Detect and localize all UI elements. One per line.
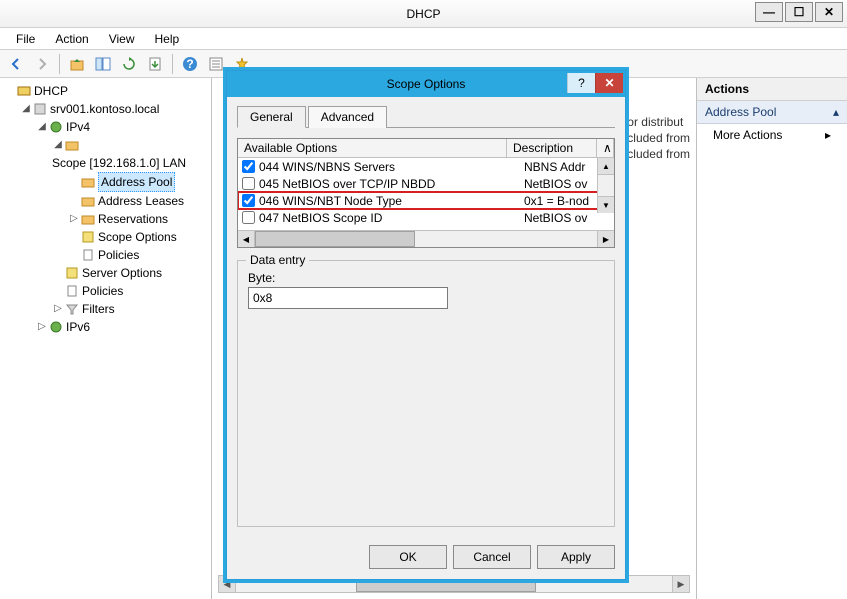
option-checkbox[interactable] bbox=[242, 194, 255, 207]
dialog-tabs: General Advanced bbox=[237, 105, 615, 128]
list-hscrollbar[interactable]: ◀ ▶ bbox=[238, 230, 614, 247]
tree-scope[interactable]: ◢ Scope [192.168.1.0] LAN Address Pool A… bbox=[52, 136, 209, 264]
tree-root[interactable]: DHCP ◢ srv001.kontoso.local ◢ IPv4 bbox=[4, 82, 209, 336]
close-button[interactable]: ✕ bbox=[815, 2, 843, 22]
option-label: 044 WINS/NBNS Servers bbox=[259, 160, 524, 174]
byte-label: Byte: bbox=[248, 271, 604, 285]
menu-help[interactable]: Help bbox=[147, 30, 188, 48]
tab-advanced[interactable]: Advanced bbox=[308, 106, 387, 128]
actions-header: Actions bbox=[697, 78, 847, 101]
tree-server-options[interactable]: Server Options bbox=[52, 264, 209, 282]
option-row[interactable]: 044 WINS/NBNS ServersNBNS Addr bbox=[238, 158, 614, 175]
policies-icon bbox=[80, 247, 96, 263]
option-row[interactable]: 047 NetBIOS Scope IDNetBIOS ov bbox=[238, 209, 614, 226]
export-button[interactable] bbox=[143, 53, 167, 75]
minimize-button[interactable]: — bbox=[755, 2, 783, 22]
content-fragment: or distribut cluded from cluded from bbox=[627, 114, 690, 162]
menu-view[interactable]: View bbox=[101, 30, 143, 48]
chevron-right-icon: ▸ bbox=[825, 128, 831, 142]
byte-input[interactable] bbox=[248, 287, 448, 309]
help-button[interactable]: ? bbox=[178, 53, 202, 75]
data-entry-group: Data entry Byte: bbox=[237, 260, 615, 527]
folder-icon bbox=[80, 174, 96, 190]
option-label: 045 NetBIOS over TCP/IP NBDD bbox=[259, 177, 524, 191]
tree-ipv6[interactable]: ▷IPv6 bbox=[36, 318, 209, 336]
refresh-button[interactable] bbox=[117, 53, 141, 75]
tree-reservations[interactable]: ▷Reservations bbox=[68, 210, 209, 228]
tree-address-leases[interactable]: Address Leases bbox=[68, 192, 209, 210]
forward-button[interactable] bbox=[30, 53, 54, 75]
actions-more[interactable]: More Actions ▸ bbox=[697, 124, 847, 146]
dialog-title: Scope Options bbox=[387, 77, 466, 91]
svg-text:?: ? bbox=[186, 57, 193, 71]
scroll-up-icon[interactable]: ▲ bbox=[598, 158, 614, 175]
cancel-button[interactable]: Cancel bbox=[453, 545, 531, 569]
tab-general[interactable]: General bbox=[237, 106, 306, 128]
list-vscrollbar[interactable]: ▲ ▼ bbox=[597, 158, 614, 213]
scroll-left-icon[interactable]: ◀ bbox=[238, 231, 255, 247]
collapse-icon[interactable]: ▴ bbox=[833, 105, 839, 119]
window-titlebar: DHCP — ☐ ✕ bbox=[0, 0, 847, 28]
dhcp-icon bbox=[16, 83, 32, 99]
ipv4-icon bbox=[48, 119, 64, 135]
server-icon bbox=[32, 101, 48, 117]
options-icon bbox=[64, 265, 80, 281]
tree-pane: DHCP ◢ srv001.kontoso.local ◢ IPv4 bbox=[0, 78, 212, 599]
option-row[interactable]: 045 NetBIOS over TCP/IP NBDDNetBIOS ov bbox=[238, 175, 614, 192]
scroll-thumb[interactable] bbox=[255, 231, 415, 247]
tree-ipv4[interactable]: ◢ IPv4 ◢ Scope [192.168.1.0] LAN bbox=[36, 118, 209, 318]
option-checkbox[interactable] bbox=[242, 211, 255, 224]
option-label: 046 WINS/NBT Node Type bbox=[259, 194, 524, 208]
ipv6-icon bbox=[48, 319, 64, 335]
tree-scope-policies[interactable]: Policies bbox=[68, 246, 209, 264]
option-checkbox[interactable] bbox=[242, 160, 255, 173]
option-checkbox[interactable] bbox=[242, 177, 255, 190]
tree-address-pool[interactable]: Address Pool bbox=[68, 172, 209, 192]
column-description[interactable]: Description bbox=[507, 139, 597, 157]
scope-options-dialog: Scope Options ? ✕ General Advanced Avail… bbox=[226, 70, 626, 580]
menu-file[interactable]: File bbox=[8, 30, 43, 48]
window-title: DHCP bbox=[406, 7, 440, 21]
up-button[interactable] bbox=[65, 53, 89, 75]
available-options-list: Available Options Description ∧ 044 WINS… bbox=[237, 138, 615, 248]
dialog-titlebar[interactable]: Scope Options ? ✕ bbox=[227, 71, 625, 97]
scroll-right-icon[interactable]: ▶ bbox=[597, 231, 614, 247]
column-available-options[interactable]: Available Options bbox=[238, 139, 507, 157]
tree-scope-options[interactable]: Scope Options bbox=[68, 228, 209, 246]
group-legend: Data entry bbox=[246, 253, 309, 267]
options-icon bbox=[80, 229, 96, 245]
actions-group[interactable]: Address Pool ▴ bbox=[697, 101, 847, 124]
option-row[interactable]: 046 WINS/NBT Node Type0x1 = B-nod bbox=[238, 192, 614, 209]
policies-icon bbox=[64, 283, 80, 299]
scroll-down-icon[interactable]: ▼ bbox=[598, 196, 614, 213]
scroll-right-icon[interactable]: ▶ bbox=[672, 576, 689, 592]
dialog-close-button[interactable]: ✕ bbox=[595, 73, 623, 93]
properties-button[interactable] bbox=[204, 53, 228, 75]
menu-bar: File Action View Help bbox=[0, 28, 847, 50]
folder-icon bbox=[80, 193, 96, 209]
folder-icon bbox=[80, 211, 96, 227]
tree-policies[interactable]: Policies bbox=[52, 282, 209, 300]
menu-action[interactable]: Action bbox=[47, 30, 96, 48]
option-label: 047 NetBIOS Scope ID bbox=[259, 211, 524, 225]
filter-icon bbox=[64, 301, 80, 317]
tree-filters[interactable]: ▷Filters bbox=[52, 300, 209, 318]
column-scroll-spacer: ∧ bbox=[597, 139, 614, 157]
back-button[interactable] bbox=[4, 53, 28, 75]
show-hide-tree-button[interactable] bbox=[91, 53, 115, 75]
tree-server[interactable]: ◢ srv001.kontoso.local ◢ IPv4 bbox=[20, 100, 209, 336]
dialog-help-button[interactable]: ? bbox=[567, 73, 595, 93]
ok-button[interactable]: OK bbox=[369, 545, 447, 569]
apply-button[interactable]: Apply bbox=[537, 545, 615, 569]
actions-pane: Actions Address Pool ▴ More Actions ▸ bbox=[697, 78, 847, 599]
folder-icon bbox=[64, 137, 80, 153]
maximize-button[interactable]: ☐ bbox=[785, 2, 813, 22]
